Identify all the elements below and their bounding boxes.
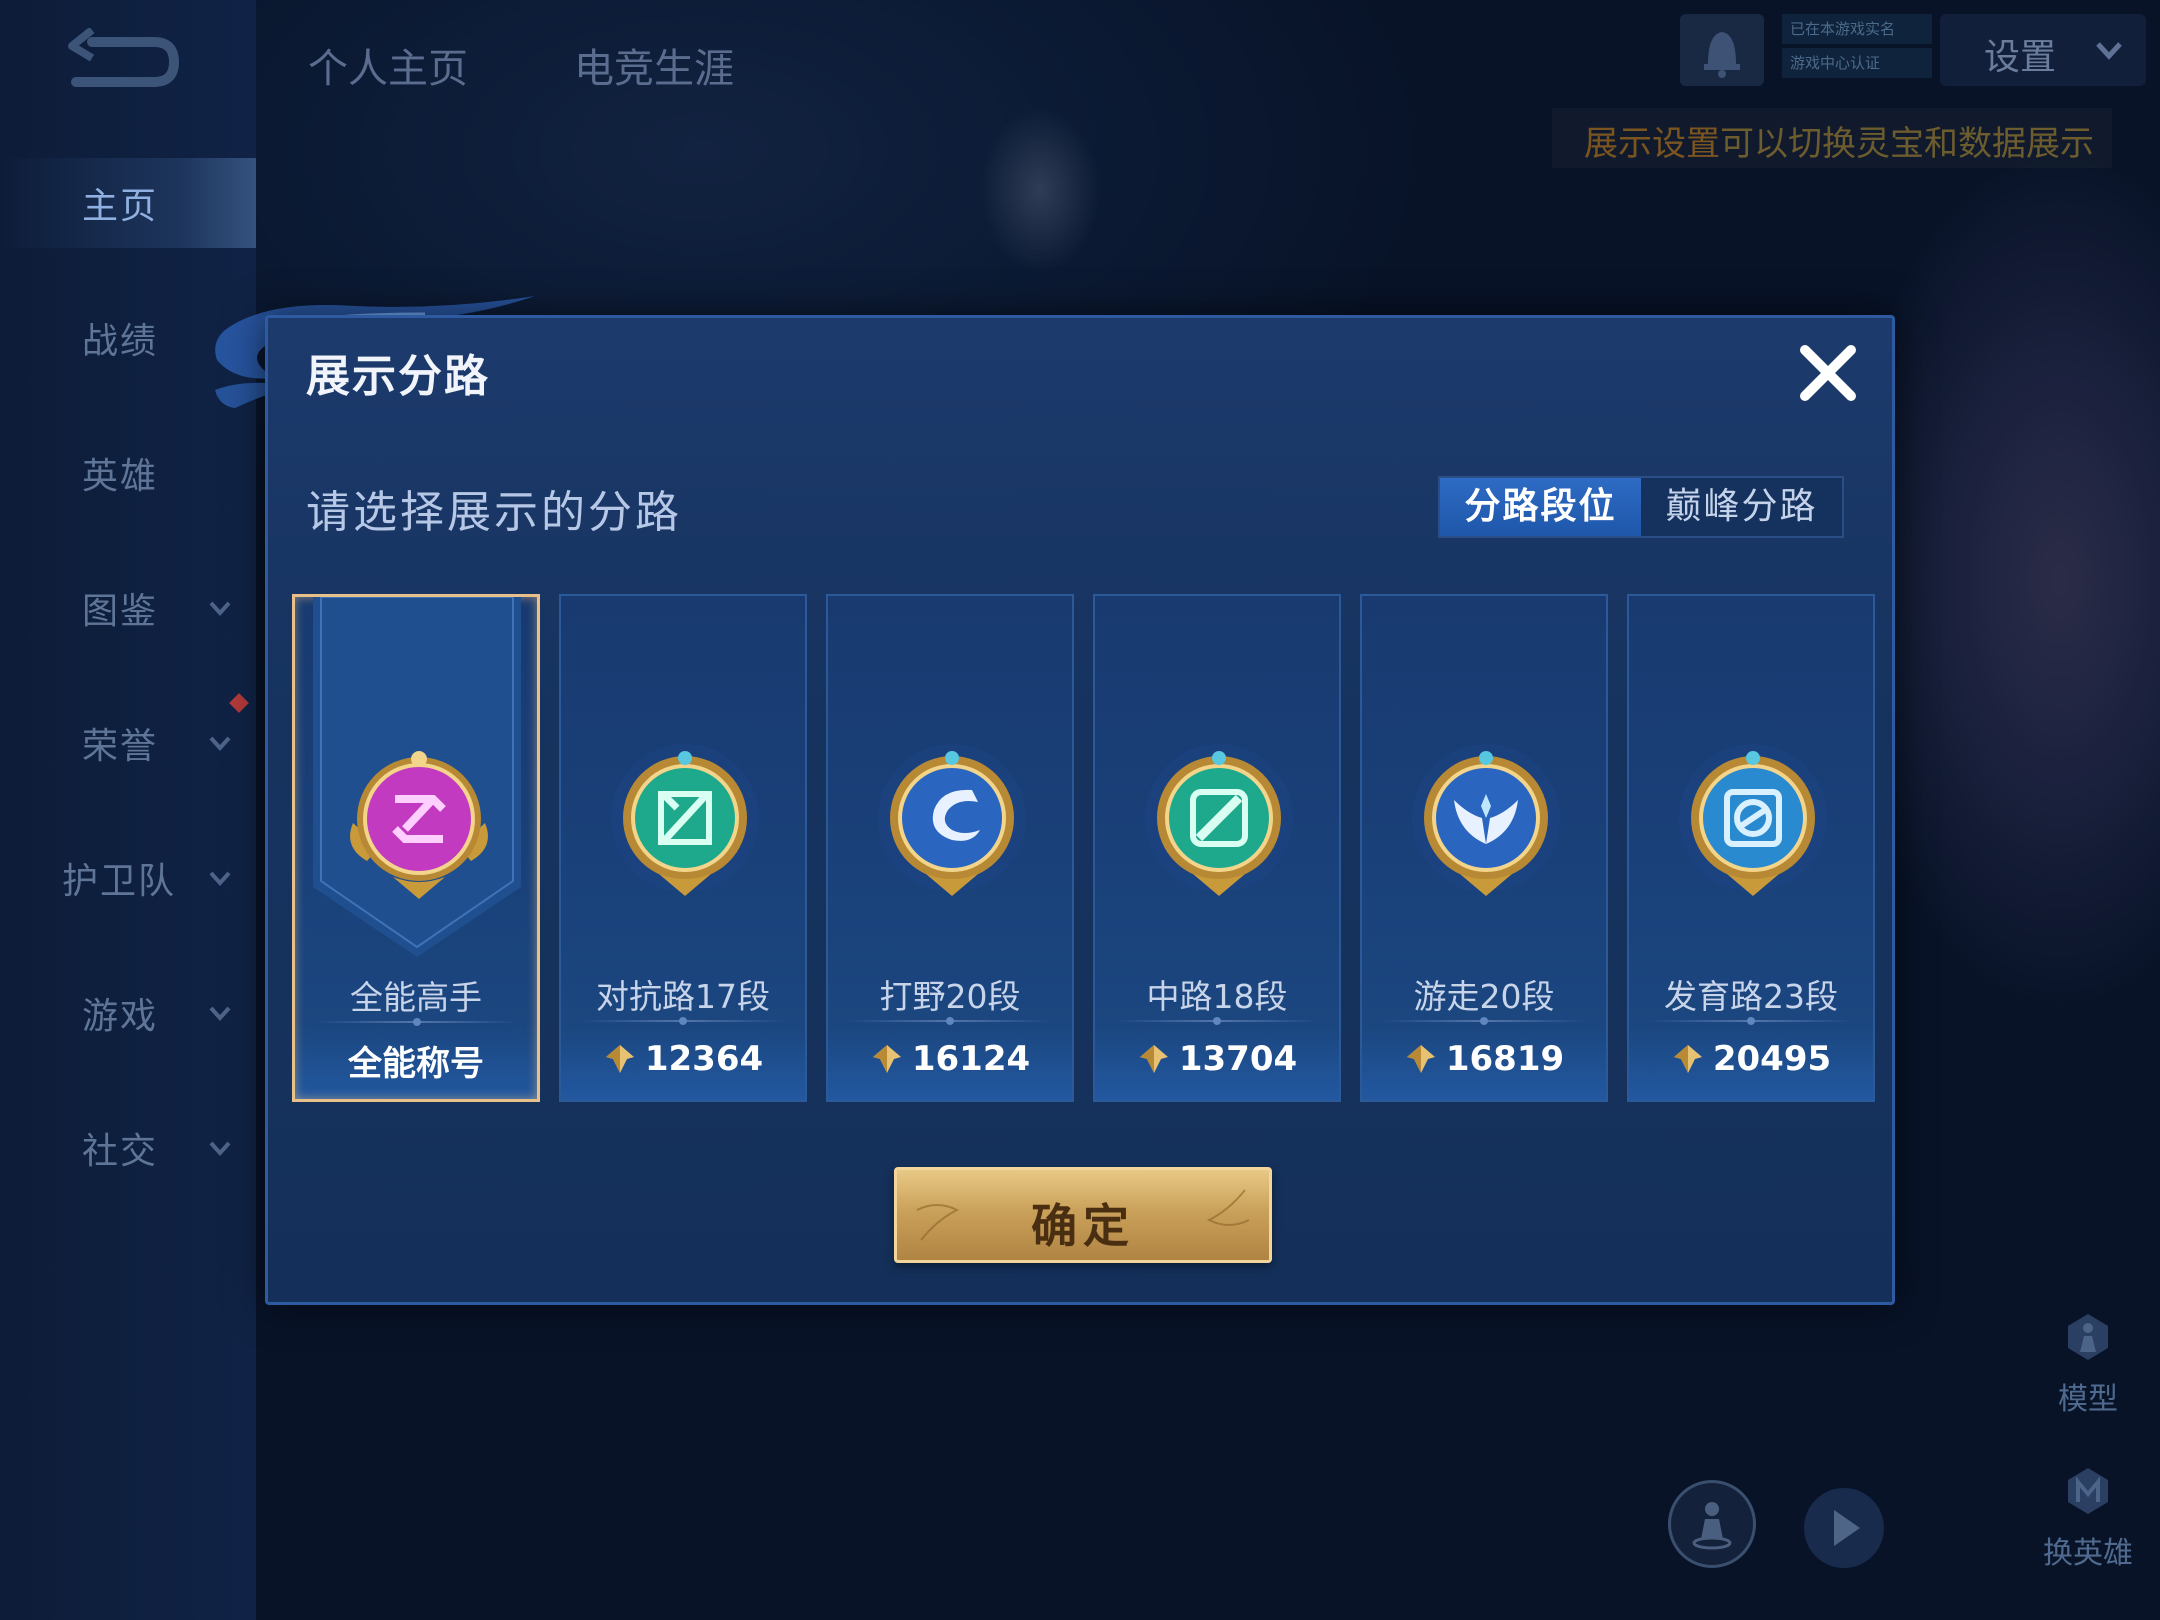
lane-value-row: 全能称号 bbox=[295, 1037, 537, 1084]
lane-score: 16124 bbox=[911, 1039, 1031, 1079]
sidebar-item-guard[interactable]: 护卫队 bbox=[0, 833, 256, 923]
lane-tabs: 分路段位 巅峰分路 bbox=[1438, 476, 1844, 538]
lane-name: 对抗路17段 bbox=[596, 977, 770, 1016]
lane-value-row: 13704 bbox=[1095, 1036, 1339, 1082]
rank-points-icon bbox=[872, 1045, 901, 1073]
play-button[interactable] bbox=[1804, 1488, 1884, 1568]
lane-title-value: 全能称号 bbox=[348, 1043, 484, 1084]
lane-score: 16819 bbox=[1445, 1039, 1565, 1079]
chevron-down-icon bbox=[209, 871, 231, 886]
sidebar-item-heroes[interactable]: 英雄 bbox=[0, 428, 256, 518]
back-arrow-icon bbox=[68, 26, 180, 87]
lane-score: 12364 bbox=[644, 1039, 764, 1079]
sidebar-item-label: 战绩 bbox=[82, 321, 159, 362]
lane-score: 20495 bbox=[1712, 1039, 1832, 1079]
sidebar-item-label: 英雄 bbox=[82, 456, 159, 497]
sidebar: 主页 战绩 英雄 图鉴 荣誉 护卫队 游戏 社交 bbox=[0, 0, 256, 1620]
jungle-medal-icon bbox=[878, 744, 1026, 896]
bell-button[interactable] bbox=[1680, 14, 1764, 86]
divider bbox=[1382, 1017, 1586, 1025]
tab-personal-home[interactable]: 个人主页 bbox=[308, 36, 468, 94]
divider bbox=[848, 1017, 1052, 1025]
back-button[interactable] bbox=[62, 26, 182, 98]
switch-hero-icon bbox=[2068, 1468, 2108, 1514]
tab-esports-career[interactable]: 电竞生涯 bbox=[574, 36, 734, 94]
lane-value-row: 12364 bbox=[561, 1036, 805, 1082]
settings-label: 设置 bbox=[1984, 37, 2057, 78]
tip-text: 展示设置可以切换灵宝和数据展示 bbox=[1584, 116, 2094, 165]
tab-lane-rank[interactable]: 分路段位 bbox=[1440, 478, 1641, 536]
display-lane-dialog: 展示分路 请选择展示的分路 分路段位 巅峰分路 全能高手 全能称号 对抗路17段… bbox=[265, 315, 1895, 1305]
chevron-down-icon bbox=[209, 1141, 231, 1156]
rank-points-icon bbox=[605, 1045, 634, 1073]
real-name-verification: 已在本游戏实名 游戏中心认证 bbox=[1782, 14, 1932, 78]
lane-card-all-round[interactable]: 全能高手 全能称号 bbox=[292, 594, 540, 1102]
lane-score: 13704 bbox=[1178, 1039, 1298, 1079]
chevron-down-icon bbox=[209, 1006, 231, 1021]
sidebar-item-social[interactable]: 社交 bbox=[0, 1103, 256, 1193]
lane-card-mid[interactable]: 中路18段 13704 bbox=[1093, 594, 1341, 1102]
roam-medal-icon bbox=[1412, 744, 1560, 896]
sidebar-item-label: 荣誉 bbox=[82, 726, 159, 767]
lane-card-roam[interactable]: 游走20段 16819 bbox=[1360, 594, 1608, 1102]
model-button[interactable]: 模型 bbox=[2028, 1308, 2148, 1418]
all-round-medal-icon bbox=[350, 751, 488, 899]
confirm-label: 确定 bbox=[1031, 1199, 1135, 1253]
sidebar-item-label: 图鉴 bbox=[82, 591, 159, 632]
lane-value-row: 20495 bbox=[1629, 1036, 1873, 1082]
close-button[interactable] bbox=[1795, 340, 1861, 406]
rank-points-icon bbox=[1406, 1045, 1435, 1073]
verify-line: 已在本游戏实名 bbox=[1782, 14, 1932, 44]
sidebar-item-label: 游戏 bbox=[82, 996, 159, 1037]
chevron-down-icon bbox=[209, 601, 231, 616]
rank-points-icon bbox=[1139, 1045, 1168, 1073]
divider bbox=[1115, 1017, 1319, 1025]
lane-name: 发育路23段 bbox=[1664, 977, 1838, 1016]
lane-value-row: 16124 bbox=[828, 1036, 1072, 1082]
tip-highlight: 展示设置 bbox=[1584, 124, 1720, 164]
sidebar-item-honor[interactable]: 荣誉 bbox=[0, 698, 256, 788]
close-icon bbox=[1800, 345, 1856, 401]
settings-button[interactable]: 设置 bbox=[1940, 14, 2146, 86]
farm-lane-medal-icon bbox=[1679, 744, 1827, 896]
lane-card-clash[interactable]: 对抗路17段 12364 bbox=[559, 594, 807, 1102]
sidebar-item-games[interactable]: 游戏 bbox=[0, 968, 256, 1058]
lane-card-farm[interactable]: 发育路23段 20495 bbox=[1627, 594, 1875, 1102]
lane-card-list: 全能高手 全能称号 对抗路17段 12364 打野20段 16124 中路18段… bbox=[292, 594, 1875, 1104]
lane-card-jungle[interactable]: 打野20段 16124 bbox=[826, 594, 1074, 1102]
play-icon bbox=[1834, 1510, 1860, 1546]
divider bbox=[315, 1018, 519, 1026]
bell-icon bbox=[1704, 32, 1740, 78]
tab-peak-lane[interactable]: 巅峰分路 bbox=[1641, 478, 1842, 536]
chevron-down-icon bbox=[209, 736, 231, 751]
confirm-button[interactable]: 确定 bbox=[894, 1167, 1272, 1263]
dialog-title: 展示分路 bbox=[306, 351, 490, 402]
dialog-subtitle: 请选择展示的分路 bbox=[306, 487, 682, 538]
lane-name: 中路18段 bbox=[1146, 977, 1288, 1016]
switch-hero-button[interactable]: 换英雄 bbox=[2028, 1462, 2148, 1572]
lane-name: 打野20段 bbox=[879, 977, 1021, 1016]
model-label: 模型 bbox=[2058, 1382, 2118, 1417]
emote-button[interactable] bbox=[1668, 1480, 1756, 1568]
clash-lane-medal-icon bbox=[611, 744, 759, 896]
sidebar-item-home[interactable]: 主页 bbox=[0, 158, 256, 248]
sidebar-item-label: 护卫队 bbox=[62, 861, 177, 902]
switch-hero-label: 换英雄 bbox=[2043, 1536, 2133, 1571]
sidebar-item-codex[interactable]: 图鉴 bbox=[0, 563, 256, 653]
mid-lane-medal-icon bbox=[1145, 744, 1293, 896]
lane-name: 全能高手 bbox=[350, 978, 482, 1017]
chevron-down-icon bbox=[2096, 42, 2122, 60]
lane-value-row: 16819 bbox=[1362, 1036, 1606, 1082]
verify-line: 游戏中心认证 bbox=[1782, 48, 1932, 78]
sidebar-item-label: 社交 bbox=[82, 1131, 159, 1172]
rank-points-icon bbox=[1673, 1045, 1702, 1073]
divider bbox=[1649, 1017, 1853, 1025]
model-icon bbox=[2068, 1314, 2108, 1360]
display-settings-tip: 展示设置可以切换灵宝和数据展示 bbox=[1552, 108, 2112, 168]
tip-body: 可以切换灵宝和数据展示 bbox=[1720, 124, 2094, 164]
person-icon bbox=[1692, 1502, 1732, 1550]
divider bbox=[581, 1017, 785, 1025]
lane-name: 游走20段 bbox=[1413, 977, 1555, 1016]
sidebar-item-label: 主页 bbox=[82, 186, 159, 227]
